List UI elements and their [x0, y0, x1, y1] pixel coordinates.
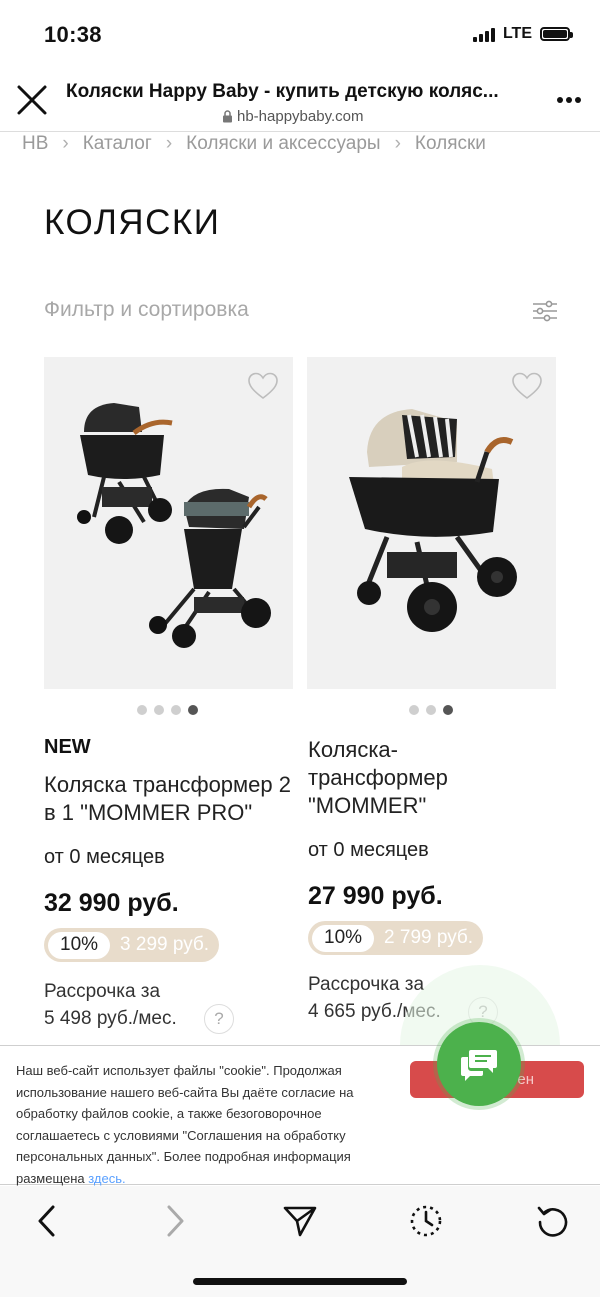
filter-sort-button[interactable]: Фильтр и сортировка	[44, 298, 249, 322]
browser-page-title: Коляски Happy Baby - купить детскую коля…	[66, 81, 499, 102]
lock-icon	[223, 110, 232, 123]
product-price: 32 990 руб.	[44, 889, 179, 917]
stroller-image	[77, 403, 271, 648]
status-indicators: LTE	[472, 25, 573, 43]
chat-button[interactable]	[437, 1022, 521, 1106]
discount-badge: 10% 3 299 руб.	[44, 928, 220, 962]
breadcrumb-strollers[interactable]: Коляски	[415, 133, 486, 155]
back-arrow-icon[interactable]	[30, 1203, 66, 1239]
carousel-dot-active[interactable]	[443, 705, 453, 715]
discount-badge: 10% 2 799 руб.	[308, 921, 484, 955]
cookie-banner-text: Наш веб-сайт использует файлы "cookie". …	[16, 1060, 400, 1189]
carousel-dot[interactable]	[154, 705, 164, 715]
carousel-dot[interactable]	[409, 705, 419, 715]
installment-info: Рассрочка за 5 498 руб./мес.	[44, 978, 177, 1032]
network-type: LTE	[502, 25, 532, 42]
product-price: 27 990 руб.	[308, 882, 443, 910]
product-name[interactable]: Коляска трансформер 2 в 1 "MOMMER PRO"	[44, 771, 304, 827]
heart-icon[interactable]	[512, 372, 542, 400]
filter-sliders-icon[interactable]	[532, 300, 558, 322]
product-image[interactable]	[307, 357, 556, 689]
reload-icon[interactable]	[535, 1203, 571, 1239]
breadcrumb-strollers-accessories[interactable]: Коляски и аксессуары	[186, 133, 380, 155]
breadcrumb-separator: ›	[165, 133, 173, 154]
carousel-dot[interactable]	[137, 705, 147, 715]
breadcrumb-catalog[interactable]: Каталог	[83, 133, 152, 155]
browser-url-text: hb-happybaby.com	[237, 108, 364, 125]
page-title: КОЛЯСКИ	[44, 203, 221, 242]
installment-value: 5 498 руб./мес.	[44, 1008, 177, 1029]
discount-amount: 3 299 руб.	[120, 934, 210, 955]
stroller-image	[349, 409, 517, 632]
installment-label: Рассрочка за	[44, 981, 161, 1002]
cookie-details-link[interactable]: здесь.	[88, 1171, 125, 1186]
carousel-dot[interactable]	[426, 705, 436, 715]
home-indicator	[193, 1278, 407, 1285]
help-button[interactable]: ?	[204, 1004, 234, 1034]
product-age: от 0 месяцев	[44, 846, 165, 868]
product-image[interactable]	[44, 357, 293, 689]
image-carousel-dots[interactable]	[137, 705, 198, 715]
heart-icon[interactable]	[248, 372, 278, 400]
discount-amount: 2 799 руб.	[384, 927, 474, 948]
product-badge: NEW	[44, 736, 91, 758]
send-icon[interactable]	[282, 1203, 318, 1239]
header-divider	[0, 131, 600, 132]
browser-url: hb-happybaby.com	[222, 108, 363, 125]
carousel-dot-active[interactable]	[188, 705, 198, 715]
signal-icon	[472, 26, 495, 42]
discount-percent: 10%	[312, 924, 375, 952]
battery-icon	[540, 27, 573, 41]
breadcrumb-separator: ›	[62, 133, 69, 154]
discount-percent: 10%	[48, 931, 111, 959]
chat-icon	[461, 1050, 497, 1081]
carousel-dot[interactable]	[171, 705, 181, 715]
more-icon[interactable]	[556, 96, 582, 104]
status-time: 10:38	[44, 22, 102, 47]
image-carousel-dots[interactable]	[409, 705, 453, 715]
history-icon[interactable]	[408, 1203, 444, 1239]
cookie-message: Наш веб-сайт использует файлы "cookie". …	[16, 1063, 354, 1186]
product-name[interactable]: Коляска-трансформер "MOMMER"	[308, 736, 508, 820]
breadcrumb-separator: ›	[394, 133, 401, 154]
breadcrumb: HB › Каталог › Коляски и аксессуары › Ко…	[22, 133, 486, 155]
breadcrumb-home[interactable]: HB	[22, 133, 48, 155]
close-icon[interactable]	[14, 82, 50, 118]
forward-arrow-icon[interactable]	[156, 1203, 192, 1239]
product-age: от 0 месяцев	[308, 839, 429, 861]
